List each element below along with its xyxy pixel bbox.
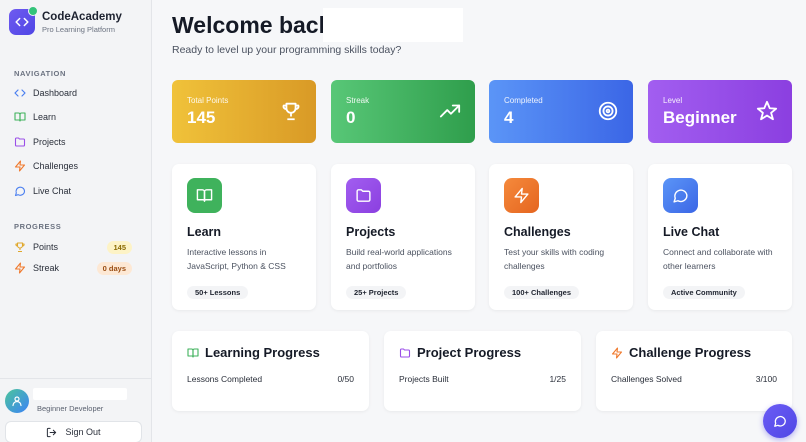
card-description: Build real-world applications and portfo… (346, 247, 452, 271)
code-logo-icon (9, 6, 38, 35)
sidebar-item-dashboard[interactable]: Dashboard (14, 84, 140, 102)
progress-value: 0/50 (337, 374, 354, 384)
sidebar-item-challenges[interactable]: Challenges (14, 157, 140, 175)
card-description: Interactive lessons in JavaScript, Pytho… (187, 247, 286, 271)
progress-title: Learning Progress (205, 345, 320, 360)
sidebar-item-label: Streak (33, 263, 60, 273)
sidebar-item-points: Points 145 (14, 238, 140, 256)
trophy-icon (282, 102, 300, 121)
sidebar-item-label: Projects (33, 137, 66, 147)
logout-icon (46, 427, 57, 438)
stat-level: Level Beginner (648, 80, 792, 143)
sign-out-label: Sign Out (65, 427, 101, 437)
user-name-redacted (323, 8, 463, 42)
folder-icon (346, 178, 381, 213)
nav-section-label: NAVIGATION (14, 69, 66, 78)
avatar[interactable] (5, 389, 29, 413)
points-badge: 145 (107, 240, 132, 254)
stat-total-points: Total Points 145 (172, 80, 316, 143)
target-icon (598, 101, 618, 121)
book-icon (14, 111, 26, 123)
progress-section-label: PROGRESS (14, 222, 62, 231)
stat-streak: Streak 0 (331, 80, 475, 143)
chat-icon (14, 185, 26, 197)
sidebar-item-label: Learn (33, 112, 57, 122)
card-title: Projects (346, 225, 396, 239)
chat-icon (774, 415, 786, 427)
progress-title: Challenge Progress (629, 345, 752, 360)
card-title: Learn (187, 225, 222, 239)
trophy-icon (14, 241, 26, 253)
brand-title: CodeAcademy (42, 10, 122, 23)
bolt-icon (504, 178, 539, 213)
book-icon (187, 178, 222, 213)
page-subtitle: Ready to level up your programming skill… (172, 44, 402, 56)
folder-icon (399, 347, 411, 359)
card-title: Live Chat (663, 225, 720, 239)
card-description: Connect and collaborate with other learn… (663, 247, 773, 271)
progress-label: Projects Built (399, 374, 449, 384)
online-dot (28, 6, 38, 16)
trending-up-icon (439, 104, 461, 118)
star-icon (756, 100, 778, 121)
sign-out-button[interactable]: Sign Out (5, 421, 142, 442)
card-learn[interactable]: Learn Interactive lessons in JavaScript,… (172, 164, 316, 310)
sidebar-item-label: Live Chat (33, 186, 72, 196)
progress-value: 1/25 (549, 374, 566, 384)
sidebar-item-learn[interactable]: Learn (14, 108, 140, 126)
sidebar-item-projects[interactable]: Projects (14, 133, 140, 151)
card-description: Test your skills with coding challenges (504, 247, 605, 271)
chat-fab-button[interactable] (763, 404, 797, 438)
brand-subtitle: Pro Learning Platform (42, 24, 115, 34)
card-challenges[interactable]: Challenges Test your skills with coding … (489, 164, 633, 310)
challenge-progress-card: Challenge Progress Challenges Solved 3/1… (596, 331, 792, 411)
folder-icon (14, 136, 26, 148)
sidebar-item-label: Challenges (33, 161, 79, 171)
card-tag: 50+ Lessons (187, 286, 249, 299)
book-icon (187, 347, 199, 359)
card-title: Challenges (504, 225, 571, 239)
sidebar-item-label: Dashboard (33, 88, 78, 98)
sidebar: CodeAcademy Pro Learning Platform NAVIGA… (0, 0, 152, 442)
sidebar-item-streak: Streak 0 days (14, 259, 140, 277)
progress-label: Lessons Completed (187, 374, 263, 384)
project-progress-card: Project Progress Projects Built 1/25 (384, 331, 581, 411)
sidebar-divider (0, 378, 152, 379)
code-icon (14, 87, 26, 99)
user-name-redacted (33, 388, 127, 400)
learning-progress-card: Learning Progress Lessons Completed 0/50 (172, 331, 369, 411)
sidebar-item-live-chat[interactable]: Live Chat (14, 182, 140, 200)
progress-label: Challenges Solved (611, 374, 682, 384)
user-role: Beginner Developer (37, 404, 104, 413)
card-tag: 25+ Projects (346, 286, 407, 299)
brand[interactable]: CodeAcademy Pro Learning Platform (9, 6, 122, 35)
page-title: Welcome back (172, 12, 332, 38)
stat-completed: Completed 4 (489, 80, 633, 143)
progress-title: Project Progress (417, 345, 522, 360)
streak-badge: 0 days (96, 261, 132, 275)
chat-icon (663, 178, 698, 213)
card-tag: Active Community (663, 286, 745, 299)
bolt-icon (14, 262, 26, 274)
bolt-icon (14, 160, 26, 172)
progress-value: 3/100 (755, 374, 777, 384)
card-live-chat[interactable]: Live Chat Connect and collaborate with o… (648, 164, 792, 310)
card-tag: 100+ Challenges (504, 286, 579, 299)
card-projects[interactable]: Projects Build real-world applications a… (331, 164, 475, 310)
sidebar-item-label: Points (33, 242, 59, 252)
bolt-icon (611, 346, 623, 359)
